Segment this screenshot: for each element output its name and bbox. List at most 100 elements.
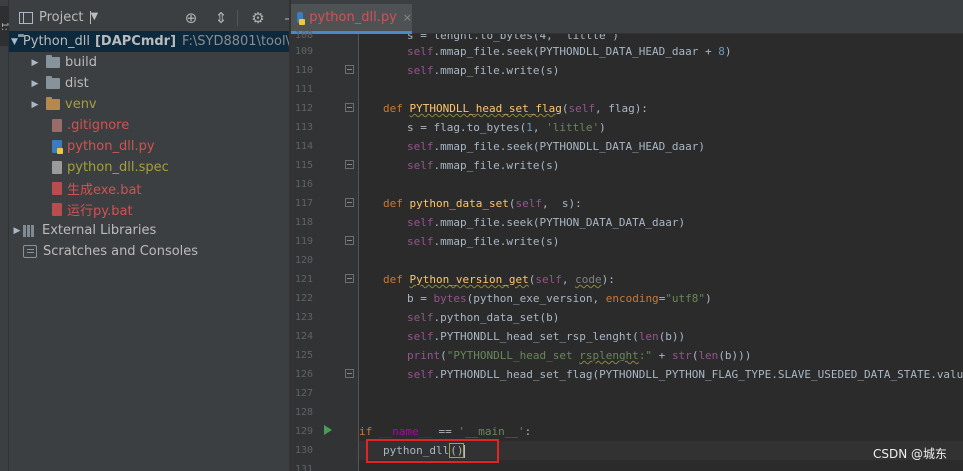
tree-item-python-dll-py[interactable]: python_dll.py [9, 136, 289, 157]
code-token: + [652, 349, 672, 362]
code-token: encoding [605, 292, 659, 305]
tree-item-external-libraries[interactable]: ▶ External Libraries [9, 220, 289, 241]
expand-arrow-icon[interactable]: ▶ [11, 226, 23, 236]
line-number: 109 [294, 46, 313, 57]
code-token: self [568, 102, 595, 115]
python-file-icon [297, 12, 306, 25]
code-token: :" [638, 349, 653, 362]
expand-arrow-icon[interactable]: ▶ [29, 79, 41, 89]
annotation-highlight-box [366, 439, 499, 463]
fold-marker-icon[interactable] [345, 103, 354, 112]
line-number: 111 [294, 84, 313, 95]
tree-item-python-dll-spec[interactable]: python_dll.spec [9, 157, 289, 178]
line-number: 131 [294, 464, 313, 471]
expand-arrow-icon[interactable]: ▶ [29, 58, 41, 68]
locate-crosshair-icon[interactable]: ⊕ [181, 9, 201, 27]
code-token: self [407, 159, 434, 172]
code-token: ) [599, 121, 606, 134]
line-number: 124 [294, 331, 313, 342]
close-icon[interactable]: × [403, 11, 412, 24]
line-number: 120 [294, 255, 313, 266]
tree-item-build-exe-bat[interactable]: 生成exe.bat [9, 178, 289, 199]
line-number: 117 [294, 198, 313, 209]
chevron-down-icon[interactable]: ▼ [90, 11, 98, 24]
gear-icon[interactable]: ⚙ [248, 9, 268, 27]
code-token: (b)) [658, 330, 686, 343]
code-line-112: def PYTHONDLL_head_set_flag(self, flag): [359, 99, 963, 118]
tree-item-label: Python_dll [22, 34, 90, 49]
tree-item-scratches[interactable]: Scratches and Consoles [9, 241, 289, 262]
line-number: 110 [294, 65, 313, 76]
line-number: 121 [294, 274, 313, 285]
code-token: self [407, 311, 434, 324]
tree-item-run-py-bat[interactable]: 运行py.bat [9, 199, 289, 220]
code-token: .PYTHONDLL_head_set_flag(PYTHONDLL_PYTHO… [433, 368, 963, 381]
code-line-122: b = bytes(python_exe_version, encoding="… [359, 289, 963, 308]
tree-item-build[interactable]: ▶ build [9, 52, 289, 73]
module-name: [DAPCmdr] [94, 34, 177, 49]
fold-marker-icon[interactable] [345, 65, 354, 74]
tree-item-venv[interactable]: ▶ venv [9, 94, 289, 115]
code-token: self [515, 197, 542, 210]
bat-file-icon [52, 182, 62, 195]
expand-arrow-icon[interactable]: ▶ [29, 100, 41, 110]
tree-item-python-dll[interactable]: ▼ Python_dll [DAPCmdr] F:\SYD8801\tool\c [9, 31, 289, 52]
fold-marker-icon[interactable] [345, 274, 354, 283]
code-line-121: def Python_version_get(self, code): [359, 270, 963, 289]
code-line-115: self.mmap_file.write(s) [359, 156, 963, 175]
code-line-118: self.mmap_file.seek(PYTHON_DATA_DATA_daa… [359, 213, 963, 232]
code-token: "PYTHONDLL_head_set [446, 349, 580, 362]
line-number: 129 [294, 426, 313, 437]
line-number: 122 [294, 293, 313, 304]
hide-panel-icon[interactable]: – [278, 9, 289, 27]
scratches-icon [23, 245, 37, 258]
fold-marker-icon[interactable] [345, 369, 354, 378]
code-line-125: print("PYTHONDLL_head_set rsplenght:" + … [359, 346, 963, 365]
run-icon[interactable] [324, 425, 332, 435]
code-token: "utf8" [665, 292, 706, 305]
code-token: rsplenght [579, 349, 639, 362]
code-line-110: self.mmap_file.write(s) [359, 61, 963, 80]
code-token: bytes [433, 292, 467, 305]
fold-marker-icon[interactable] [345, 160, 354, 169]
code-token: ( [440, 349, 447, 362]
code-editor: python_dll.py × 108 109 110 111 112 113 … [291, 0, 963, 471]
code-token: (python_exe_version, [466, 292, 606, 305]
expand-arrow-icon[interactable]: ▼ [11, 37, 18, 47]
line-number: 115 [294, 160, 313, 171]
file-icon [52, 161, 62, 174]
code-token: def [383, 197, 410, 210]
code-token: def [383, 273, 410, 286]
code-token: (b))) [718, 349, 752, 362]
code-token: def [383, 102, 410, 115]
tree-item-label: python_dll.spec [67, 160, 169, 175]
code-token: == [431, 425, 459, 438]
code-token: .mmap_file.write(s) [433, 235, 560, 248]
fold-marker-icon[interactable] [345, 236, 354, 245]
tree-item-label: Scratches and Consoles [43, 244, 199, 259]
tree-item-label: External Libraries [42, 223, 157, 238]
code-token: self [407, 235, 434, 248]
code-token: self [407, 140, 434, 153]
code-token: '__main__' [458, 425, 525, 438]
code-token: self [407, 64, 434, 77]
code-area[interactable]: s = lenght.to_bytes(4, 'little') self.mm… [359, 34, 963, 471]
code-line-124: self.PYTHONDLL_head_set_rsp_lenght(len(b… [359, 327, 963, 346]
collapse-all-icon[interactable]: ⇕ [211, 9, 231, 27]
code-line-123: self.python_data_set(b) [359, 308, 963, 327]
tree-item-gitignore[interactable]: .gitignore [9, 115, 289, 136]
fold-marker-icon[interactable] [345, 198, 354, 207]
project-panel-title[interactable]: Project [39, 10, 83, 25]
tree-item-dist[interactable]: ▶ dist [9, 73, 289, 94]
line-number: 114 [294, 141, 313, 152]
code-token: len [638, 330, 659, 343]
code-line-126: self.PYTHONDLL_head_set_flag(PYTHONDLL_P… [359, 365, 963, 384]
code-token: .mmap_file.write(s) [433, 64, 560, 77]
line-number: 118 [294, 217, 313, 228]
line-number: 130 [294, 445, 313, 456]
project-path: F:\SYD8801\tool\c [182, 34, 289, 49]
tree-item-label: 生成exe.bat [67, 183, 142, 198]
project-view-icon [19, 11, 33, 24]
code-token: .mmap_file.seek(PYTHON_DATA_DATA_daar) [433, 216, 686, 229]
line-number: 119 [294, 236, 313, 247]
